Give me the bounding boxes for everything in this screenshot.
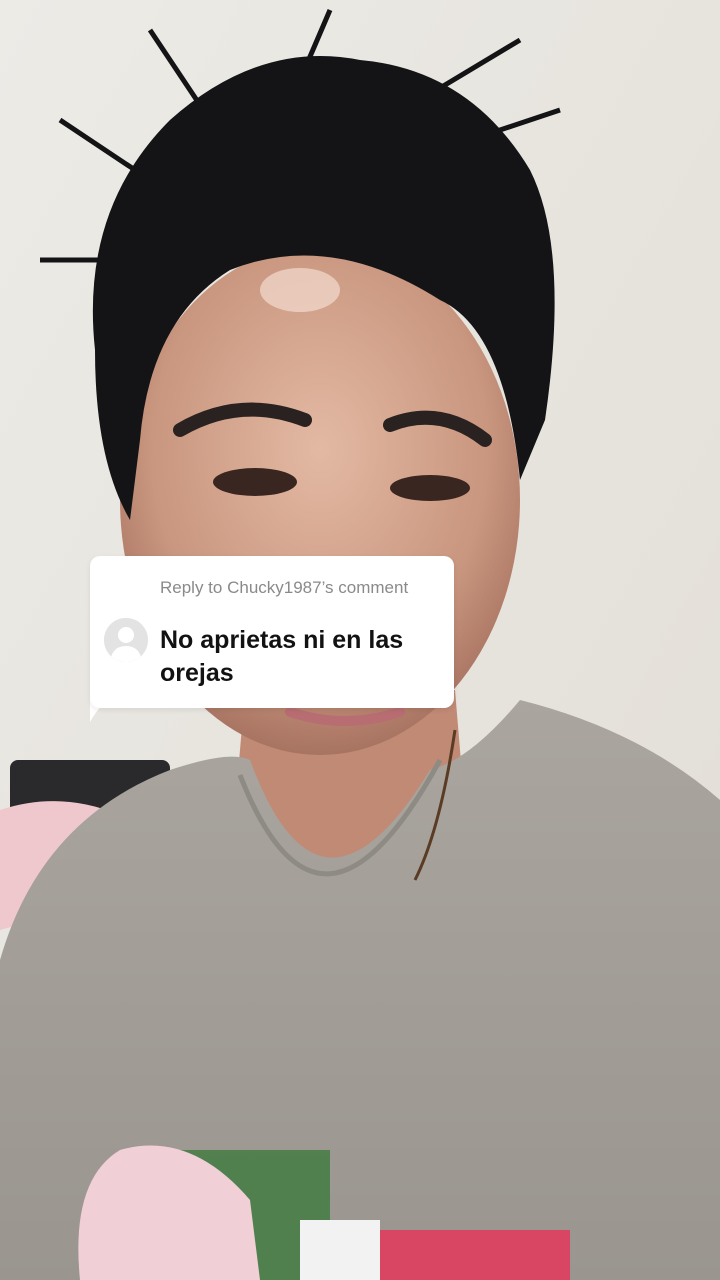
- reply-comment-sticker[interactable]: Reply to Chucky1987’s comment No aprieta…: [90, 556, 454, 708]
- comment-text: No aprietas ni en las orejas: [160, 626, 404, 687]
- default-avatar-icon: [104, 618, 148, 662]
- video-stage[interactable]: Reply to Chucky1987’s comment No aprieta…: [0, 0, 720, 1280]
- reply-header: Reply to Chucky1987’s comment: [160, 578, 409, 597]
